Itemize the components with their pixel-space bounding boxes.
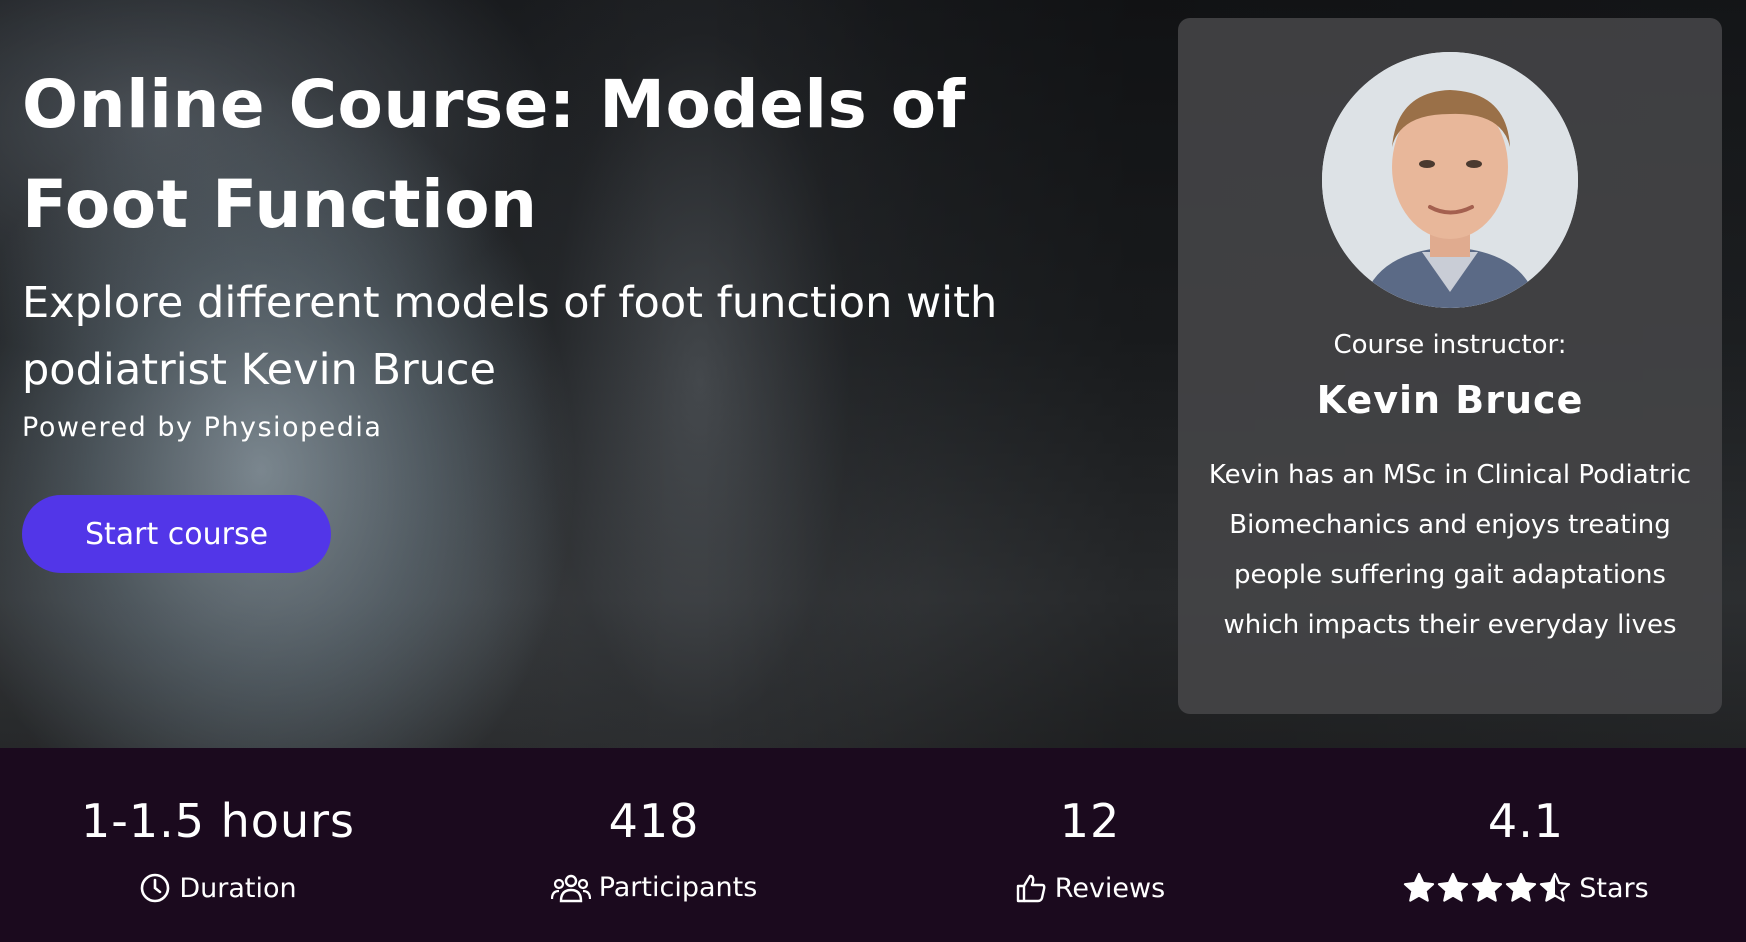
star-icon	[1438, 872, 1469, 902]
instructor-card: Course instructor: Kevin Bruce Kevin has…	[1178, 18, 1722, 714]
rating-stars	[1403, 872, 1571, 904]
reviews-label: Reviews	[1054, 872, 1166, 904]
stat-participants: 418 Participants	[436, 748, 872, 942]
instructor-bio: Kevin has an MSc in Clinical Podiatric B…	[1208, 460, 1692, 640]
instructor-avatar	[1322, 52, 1578, 308]
hero-banner: Online Course: Models of Foot Function E…	[0, 0, 1746, 748]
users-icon	[550, 873, 591, 903]
star-icon	[1506, 872, 1537, 902]
start-course-button[interactable]: Start course	[22, 495, 331, 573]
stat-reviews: 12 Reviews	[872, 748, 1308, 942]
instructor-name: Kevin Bruce	[1316, 378, 1584, 422]
rating-value: 4.1	[1487, 794, 1565, 848]
duration-label: Duration	[179, 872, 297, 904]
course-subtitle: Explore different models of foot functio…	[22, 278, 998, 395]
clock-icon	[139, 872, 171, 904]
instructor-label: Course instructor:	[1333, 330, 1567, 360]
star-icon	[1540, 872, 1571, 902]
thumbs-up-icon	[1015, 872, 1047, 904]
star-icon	[1472, 872, 1503, 902]
duration-value: 1-1.5 hours	[81, 794, 355, 848]
rating-label: Stars	[1579, 872, 1649, 904]
star-icon	[1404, 872, 1435, 902]
course-stats-bar: 1-1.5 hours Duration 418 Participants 12…	[0, 748, 1746, 942]
powered-by-text: Powered by Physiopedia	[22, 412, 383, 443]
stat-rating: 4.1 Stars	[1308, 748, 1744, 942]
participants-value: 418	[608, 794, 700, 848]
course-title: Online Course: Models of Foot Function	[22, 66, 966, 243]
instructor-photo	[1322, 52, 1578, 308]
participants-label: Participants	[598, 872, 758, 903]
stat-duration: 1-1.5 hours Duration	[0, 748, 436, 942]
reviews-value: 12	[1059, 794, 1121, 848]
